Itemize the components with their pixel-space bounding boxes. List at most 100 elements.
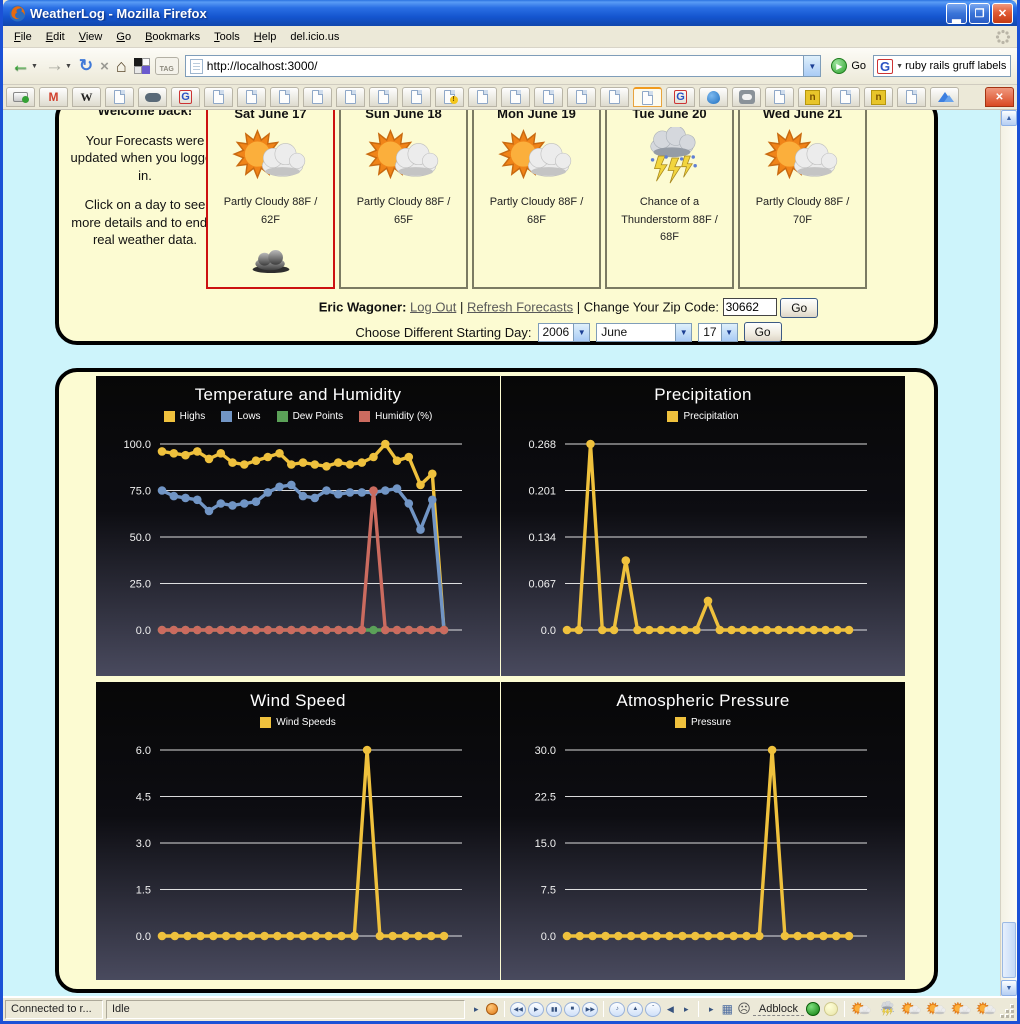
media-next-button[interactable]: ▶▶	[582, 1002, 598, 1017]
menu-item-delicious[interactable]: del.icio.us	[283, 28, 346, 46]
zip-go-button[interactable]: Go	[780, 298, 818, 318]
menu-item-edit[interactable]: Edit	[39, 28, 72, 46]
partly-cloudy-icon[interactable]	[901, 1001, 922, 1017]
bookmark-page[interactable]	[402, 87, 431, 107]
scroll-thumb[interactable]	[1002, 922, 1016, 978]
search-engine-dropdown-icon[interactable]: ▼	[896, 63, 903, 70]
back-dropdown-icon[interactable]: ▼	[31, 63, 38, 70]
go-play-icon: ▶	[831, 58, 847, 74]
bookmark-google[interactable]: G	[171, 87, 200, 107]
sad-face-icon[interactable]: ☹	[735, 1000, 753, 1019]
partly-cloudy-icon[interactable]	[926, 1001, 947, 1017]
bookmark-google[interactable]: G	[666, 87, 695, 107]
bookmark-gmail[interactable]: M	[39, 87, 68, 107]
menu-item-view[interactable]: View	[72, 28, 110, 46]
back-button[interactable]: ← ▼	[9, 52, 40, 80]
bookmark-page[interactable]	[501, 87, 530, 107]
forecast-card-3[interactable]: Mon June 19 Partly Cloudy 88F / 68F	[472, 110, 601, 289]
bookmark-page-active[interactable]	[633, 87, 662, 107]
resize-grip[interactable]	[1001, 1000, 1015, 1019]
bookmark-page[interactable]	[336, 87, 365, 107]
bookmark-note-yellow[interactable]: n	[798, 87, 827, 107]
close-button[interactable]: ✕	[992, 3, 1013, 24]
scroll-down-button[interactable]: ▼	[1001, 980, 1017, 996]
bookmark-note-yellow[interactable]: n	[864, 87, 893, 107]
profile-icon[interactable]	[484, 1000, 500, 1019]
reload-button[interactable]: ↻	[77, 52, 95, 80]
svg-text:0.0: 0.0	[541, 625, 556, 637]
eject-icon[interactable]: ▲	[627, 1002, 643, 1017]
forecast-card-2[interactable]: Sun June 18 Partly Cloudy 88F / 65F	[339, 110, 468, 289]
bookmark-page[interactable]	[369, 87, 398, 107]
bookmark-cloud-gray[interactable]	[732, 87, 761, 107]
maximize-button[interactable]: ❒	[969, 3, 990, 24]
go-button[interactable]: ▶ Go	[827, 58, 870, 74]
status-green-icon[interactable]	[806, 1002, 820, 1016]
partly-cloudy-icon[interactable]	[851, 1001, 872, 1017]
logout-link[interactable]: Log Out	[410, 299, 456, 314]
media-prev-button[interactable]: ◀◀	[510, 1002, 526, 1017]
bookmark-page[interactable]	[105, 87, 134, 107]
partly-cloudy-icon[interactable]	[976, 1001, 997, 1017]
bookmark-page[interactable]	[897, 87, 926, 107]
vertical-scrollbar[interactable]: ▲ ▼	[1000, 110, 1017, 996]
collapse-icon[interactable]: ˆ	[645, 1002, 661, 1017]
refresh-forecasts-link[interactable]: Refresh Forecasts	[467, 299, 573, 314]
menu-item-file[interactable]: File	[7, 28, 39, 46]
stop-button[interactable]: ×	[98, 52, 111, 80]
bookmark-drupal[interactable]	[699, 87, 728, 107]
adblock-button[interactable]: Adblock	[753, 1003, 804, 1016]
forward-dropdown-icon[interactable]: ▼	[65, 63, 72, 70]
scroll-up-button[interactable]: ▲	[1001, 110, 1017, 126]
forecast-card-1[interactable]: Sat June 17 Partly Cloudy 88F / 62F	[206, 110, 335, 289]
thunderstorm-icon[interactable]	[876, 1001, 897, 1017]
window-tool-icon[interactable]: ▦	[719, 1000, 735, 1019]
media-pause-button[interactable]: ▮▮	[546, 1002, 562, 1017]
bookmark-page-warning[interactable]: !	[435, 87, 464, 107]
bookmark-page[interactable]	[270, 87, 299, 107]
tag-button[interactable]: TAG	[155, 57, 179, 75]
playlist-icon[interactable]: ♪	[609, 1002, 625, 1017]
bookmark-page[interactable]	[237, 87, 266, 107]
volume-expander-icon[interactable]: ▸	[678, 1000, 694, 1019]
bookmark-printer[interactable]	[6, 87, 35, 107]
bookmark-page[interactable]	[567, 87, 596, 107]
day-select[interactable]: 17 ▼	[698, 323, 737, 342]
menu-item-tools[interactable]: Tools	[207, 28, 247, 46]
search-input[interactable]	[905, 60, 1007, 72]
day-go-button[interactable]: Go	[744, 322, 782, 342]
expander-icon[interactable]: ▸	[468, 1000, 484, 1019]
bookmark-cloud-dark[interactable]	[138, 87, 167, 107]
url-input[interactable]	[207, 59, 804, 73]
year-select[interactable]: 2006 ▼	[538, 323, 591, 342]
menu-item-go[interactable]: Go	[109, 28, 138, 46]
expander-icon[interactable]: ▸	[703, 1000, 719, 1019]
media-stop-button[interactable]: ■	[564, 1002, 580, 1017]
url-dropdown-icon[interactable]: ▼	[803, 56, 820, 76]
bookmark-page[interactable]	[831, 87, 860, 107]
bookmark-mountains[interactable]	[930, 87, 959, 107]
extension-button[interactable]	[132, 52, 152, 80]
month-select[interactable]: June ▼	[596, 323, 692, 342]
partly-cloudy-icon[interactable]	[951, 1001, 972, 1017]
volume-icon[interactable]: ◀	[662, 1000, 678, 1019]
bookmark-page[interactable]	[765, 87, 794, 107]
close-toolbar-button[interactable]: ✕	[985, 87, 1014, 107]
bookmark-page[interactable]	[600, 87, 629, 107]
bookmark-wikipedia[interactable]: W	[72, 87, 101, 107]
forecast-card-5[interactable]: Wed June 21 Partly Cloudy 88F / 70F	[738, 110, 867, 289]
forecast-card-4[interactable]: Tue June 20 Chance of a Thunderstorm 88F…	[605, 110, 734, 289]
minimize-button[interactable]: ▂	[946, 3, 967, 24]
media-play-button[interactable]: ▶	[528, 1002, 544, 1017]
menu-item-bookmarks[interactable]: Bookmarks	[138, 28, 207, 46]
home-button[interactable]: ⌂	[114, 52, 129, 80]
bookmark-page[interactable]	[468, 87, 497, 107]
chart-title: Temperature and Humidity	[96, 385, 500, 405]
forward-button[interactable]: → ▼	[43, 52, 74, 80]
bookmark-page[interactable]	[534, 87, 563, 107]
menu-item-help[interactable]: Help	[247, 28, 284, 46]
bookmark-page[interactable]	[204, 87, 233, 107]
status-moon-icon[interactable]	[824, 1002, 838, 1016]
zip-input[interactable]	[723, 298, 777, 316]
bookmark-page[interactable]	[303, 87, 332, 107]
